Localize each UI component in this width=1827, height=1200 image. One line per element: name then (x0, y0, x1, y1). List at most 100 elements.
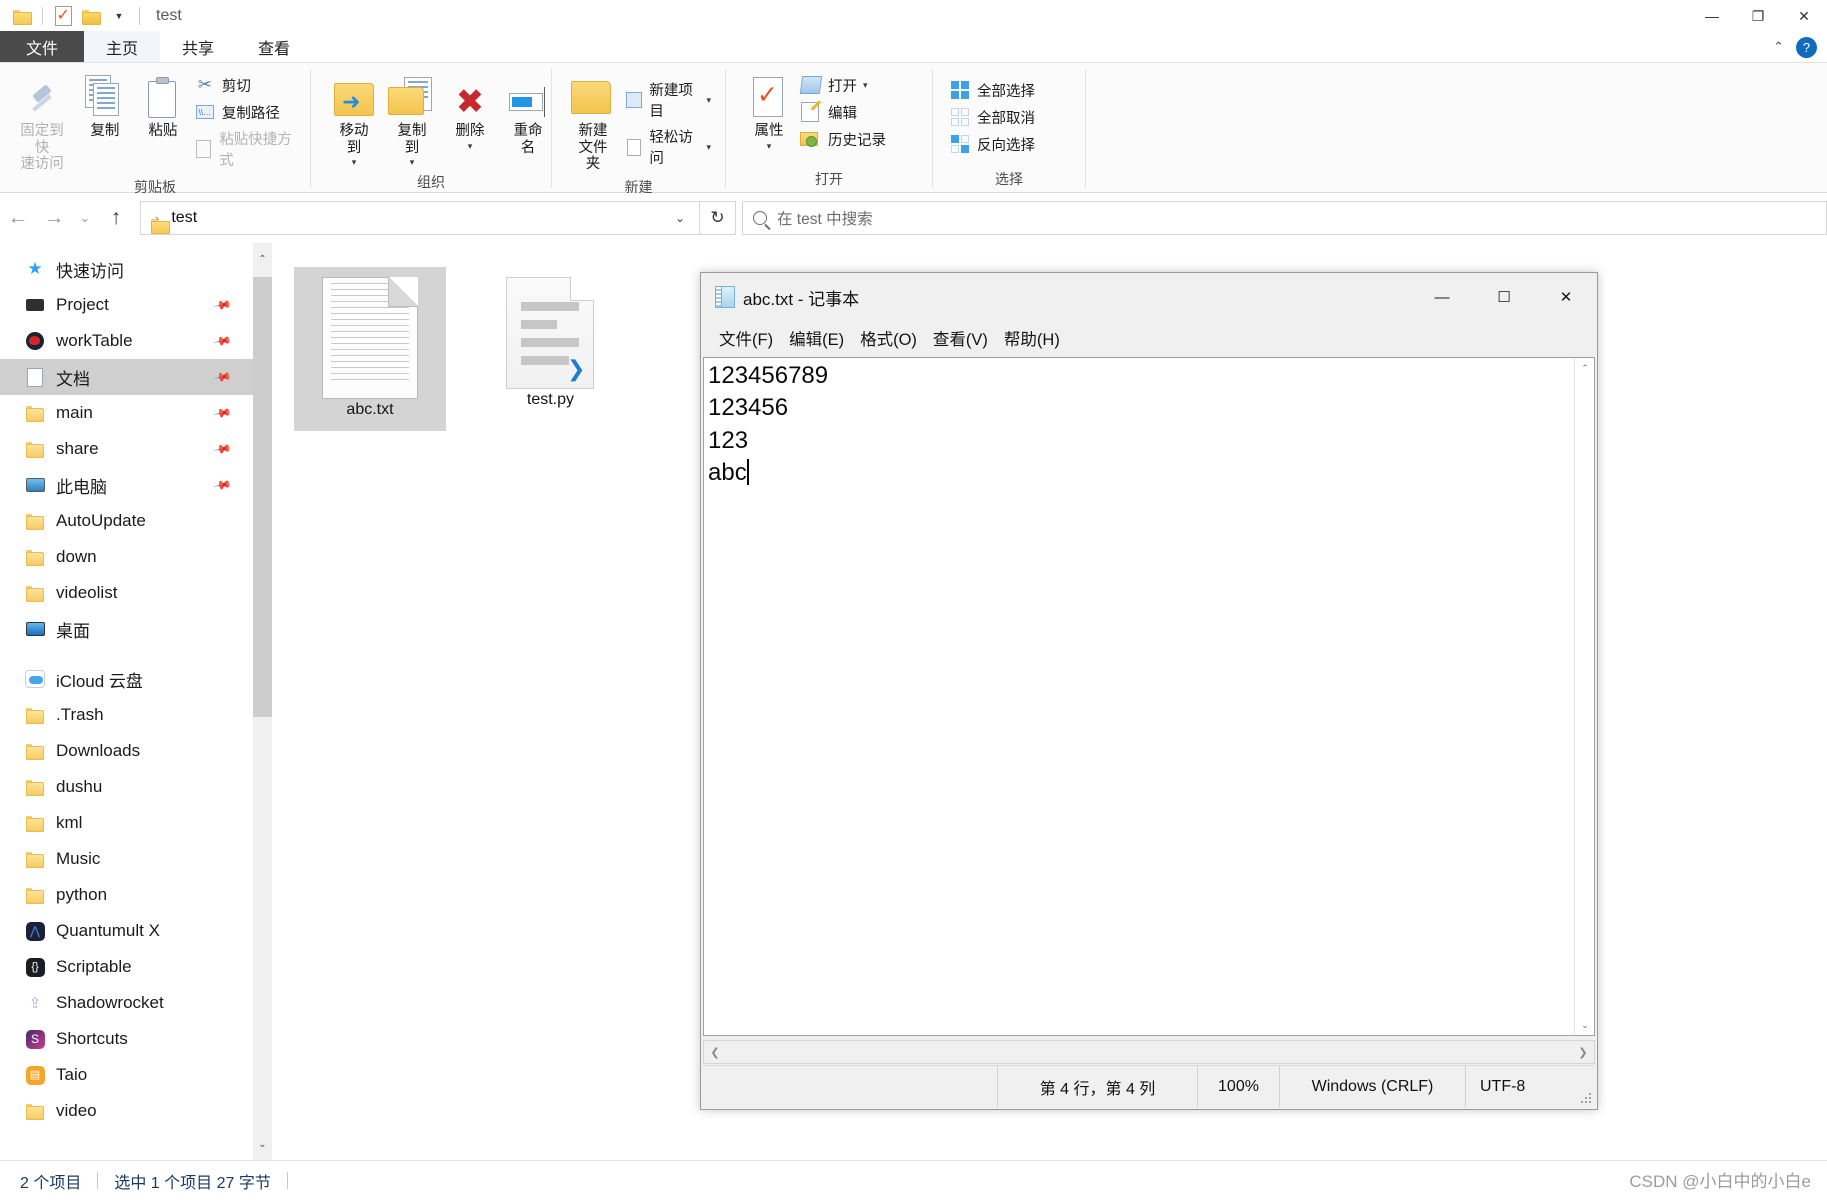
notepad-scroll-down-icon[interactable]: ⌄ (1575, 1015, 1595, 1035)
tab-share[interactable]: 共享 (160, 31, 236, 62)
new-item-button[interactable]: 新建项目 ▾ (622, 77, 717, 123)
sidebar-item-.trash[interactable]: .Trash (0, 697, 272, 733)
collapse-ribbon-icon[interactable]: ⌃ (1773, 39, 1784, 55)
select-none-button[interactable]: 全部取消 (947, 104, 1041, 130)
edit-button[interactable]: 编辑 (798, 99, 892, 125)
pin-icon[interactable]: 📌 (212, 331, 232, 351)
breadcrumb[interactable]: › test ⌄ (140, 201, 700, 235)
pin-icon[interactable]: 📌 (212, 439, 232, 459)
pin-to-quick-access-button[interactable]: 固定到快 速访问 (8, 69, 76, 177)
breadcrumb-dropdown-icon[interactable]: ⌄ (667, 211, 693, 225)
restore-button[interactable]: ❐ (1735, 0, 1781, 32)
refresh-button[interactable]: ↻ (700, 201, 736, 235)
chevron-down-icon[interactable]: ▾ (863, 80, 868, 91)
file-tile-abc-txt[interactable]: abc.txt (294, 267, 446, 431)
sidebar-item-icloud-云盘[interactable]: iCloud 云盘 (0, 661, 272, 697)
pin-icon[interactable]: 📌 (212, 367, 232, 387)
notepad-scroll-left-icon[interactable]: ❮ (704, 1041, 726, 1063)
menu-file[interactable]: 文件(F) (711, 324, 781, 352)
sidebar-item-share[interactable]: share 📌 (0, 431, 272, 467)
properties-button[interactable]: ✓ 属性 ▾ (740, 69, 798, 155)
properties-check-icon[interactable] (49, 2, 77, 30)
sidebar-item-桌面[interactable]: 桌面 (0, 611, 272, 647)
help-icon[interactable]: ? (1796, 36, 1817, 58)
search-input[interactable]: 在 test 中搜索 (777, 207, 873, 229)
paste-button[interactable]: 粘贴 (134, 69, 192, 144)
history-button[interactable]: 历史记录 (798, 126, 892, 152)
sidebar-item-快速访问[interactable]: ★ 快速访问 (0, 251, 272, 287)
notepad-title-bar[interactable]: abc.txt - 记事本 — ☐ ✕ (701, 273, 1597, 321)
menu-edit[interactable]: 编辑(E) (781, 324, 852, 352)
notepad-horizontal-scrollbar[interactable]: ❮ ❯ (703, 1040, 1595, 1064)
chevron-down-icon[interactable]: ▾ (706, 95, 711, 106)
pin-icon[interactable]: 📌 (212, 295, 232, 315)
chevron-down-icon[interactable]: ▾ (468, 141, 473, 151)
rename-button[interactable]: 重命名 (499, 69, 557, 160)
forward-button[interactable]: → (36, 201, 72, 235)
sidebar-scroll-down-icon[interactable]: ⌄ (253, 1128, 272, 1160)
sidebar-item-dushu[interactable]: dushu (0, 769, 272, 805)
cut-button[interactable]: ✂ 剪切 (192, 72, 302, 98)
notepad-close-button[interactable]: ✕ (1535, 273, 1597, 321)
copy-path-button[interactable]: \\… 复制路径 (192, 99, 302, 125)
back-button[interactable]: ← (0, 201, 36, 235)
notepad-scroll-up-icon[interactable]: ⌃ (1575, 358, 1595, 378)
sidebar-item-shortcuts[interactable]: S Shortcuts (0, 1021, 272, 1057)
copy-to-button[interactable]: 复制到 ▾ (383, 69, 441, 172)
customize-caret-icon[interactable]: ▼ (105, 2, 133, 30)
search-box[interactable]: 在 test 中搜索 (742, 201, 1827, 235)
delete-button[interactable]: ✖ 删除 ▾ (441, 69, 499, 155)
chevron-down-icon[interactable]: ▾ (706, 142, 711, 153)
sidebar-item-autoupdate[interactable]: AutoUpdate (0, 503, 272, 539)
tab-home[interactable]: 主页 (84, 31, 161, 62)
sidebar-item-python[interactable]: python (0, 877, 272, 913)
pin-icon[interactable]: 📌 (212, 475, 232, 495)
sidebar-item-video[interactable]: video (0, 1093, 272, 1129)
folder-icon[interactable] (8, 2, 36, 30)
menu-view[interactable]: 查看(V) (925, 324, 996, 352)
menu-help[interactable]: 帮助(H) (996, 324, 1068, 352)
quick-access-toolbar[interactable]: ▼ (8, 2, 146, 30)
pin-icon[interactable]: 📌 (212, 403, 232, 423)
chevron-down-icon[interactable]: ▾ (352, 157, 357, 167)
sidebar-item-taio[interactable]: ▤ Taio (0, 1057, 272, 1093)
sidebar-item-quantumult-x[interactable]: ⋀ Quantumult X (0, 913, 272, 949)
copy-button[interactable]: 复制 (76, 69, 134, 144)
notepad-text-area[interactable]: 123456789 123456 123 abc ⌃ ⌄ (703, 357, 1595, 1036)
move-to-button[interactable]: ➜ 移动到 ▾ (325, 69, 383, 172)
menu-format[interactable]: 格式(O) (852, 324, 925, 352)
close-button[interactable]: ✕ (1781, 0, 1827, 32)
notepad-scroll-right-icon[interactable]: ❯ (1572, 1041, 1594, 1063)
invert-selection-button[interactable]: 反向选择 (947, 131, 1041, 157)
notepad-window[interactable]: abc.txt - 记事本 — ☐ ✕ 文件(F) 编辑(E) 格式(O) 查看… (700, 272, 1598, 1110)
sidebar-item-main[interactable]: main 📌 (0, 395, 272, 431)
breadcrumb-item-test[interactable]: test (171, 209, 197, 227)
file-tile-test-py[interactable]: ❯ test.py (474, 267, 626, 421)
sidebar-item-shadowrocket[interactable]: ⇪ Shadowrocket (0, 985, 272, 1021)
open-button[interactable]: 打开 ▾ (798, 72, 892, 98)
sidebar-item-worktable[interactable]: workTable 📌 (0, 323, 272, 359)
sidebar-scrollbar-thumb[interactable] (253, 277, 272, 717)
sidebar-scroll-up-icon[interactable]: ⌃ (253, 243, 272, 275)
sidebar-item-kml[interactable]: kml (0, 805, 272, 841)
notepad-minimize-button[interactable]: — (1411, 273, 1473, 321)
paste-shortcut-button[interactable]: 粘贴快捷方式 (192, 126, 302, 172)
notepad-vertical-scrollbar[interactable]: ⌃ ⌄ (1574, 358, 1594, 1035)
new-folder-icon[interactable] (77, 2, 105, 30)
notepad-content[interactable]: 123456789 123456 123 abc (708, 360, 1572, 490)
sidebar-item-music[interactable]: Music (0, 841, 272, 877)
notepad-maximize-button[interactable]: ☐ (1473, 273, 1535, 321)
resize-grip[interactable] (1580, 1092, 1592, 1104)
chevron-down-icon[interactable]: ▾ (767, 141, 772, 151)
sidebar-item-scriptable[interactable]: {} Scriptable (0, 949, 272, 985)
easy-access-button[interactable]: 轻松访问 ▾ (622, 124, 717, 170)
select-all-button[interactable]: 全部选择 (947, 77, 1041, 103)
recent-locations-button[interactable]: ⌄ (72, 201, 98, 235)
sidebar-item-downloads[interactable]: Downloads (0, 733, 272, 769)
new-folder-button[interactable]: 新建 文件夹 (564, 69, 622, 177)
sidebar-item-project[interactable]: Project 📌 (0, 287, 272, 323)
sidebar-item-文档[interactable]: 文档 📌 (0, 359, 272, 395)
sidebar-item-此电脑[interactable]: 此电脑 📌 (0, 467, 272, 503)
chevron-down-icon[interactable]: ▾ (410, 157, 415, 167)
tab-file[interactable]: 文件 (0, 31, 84, 62)
